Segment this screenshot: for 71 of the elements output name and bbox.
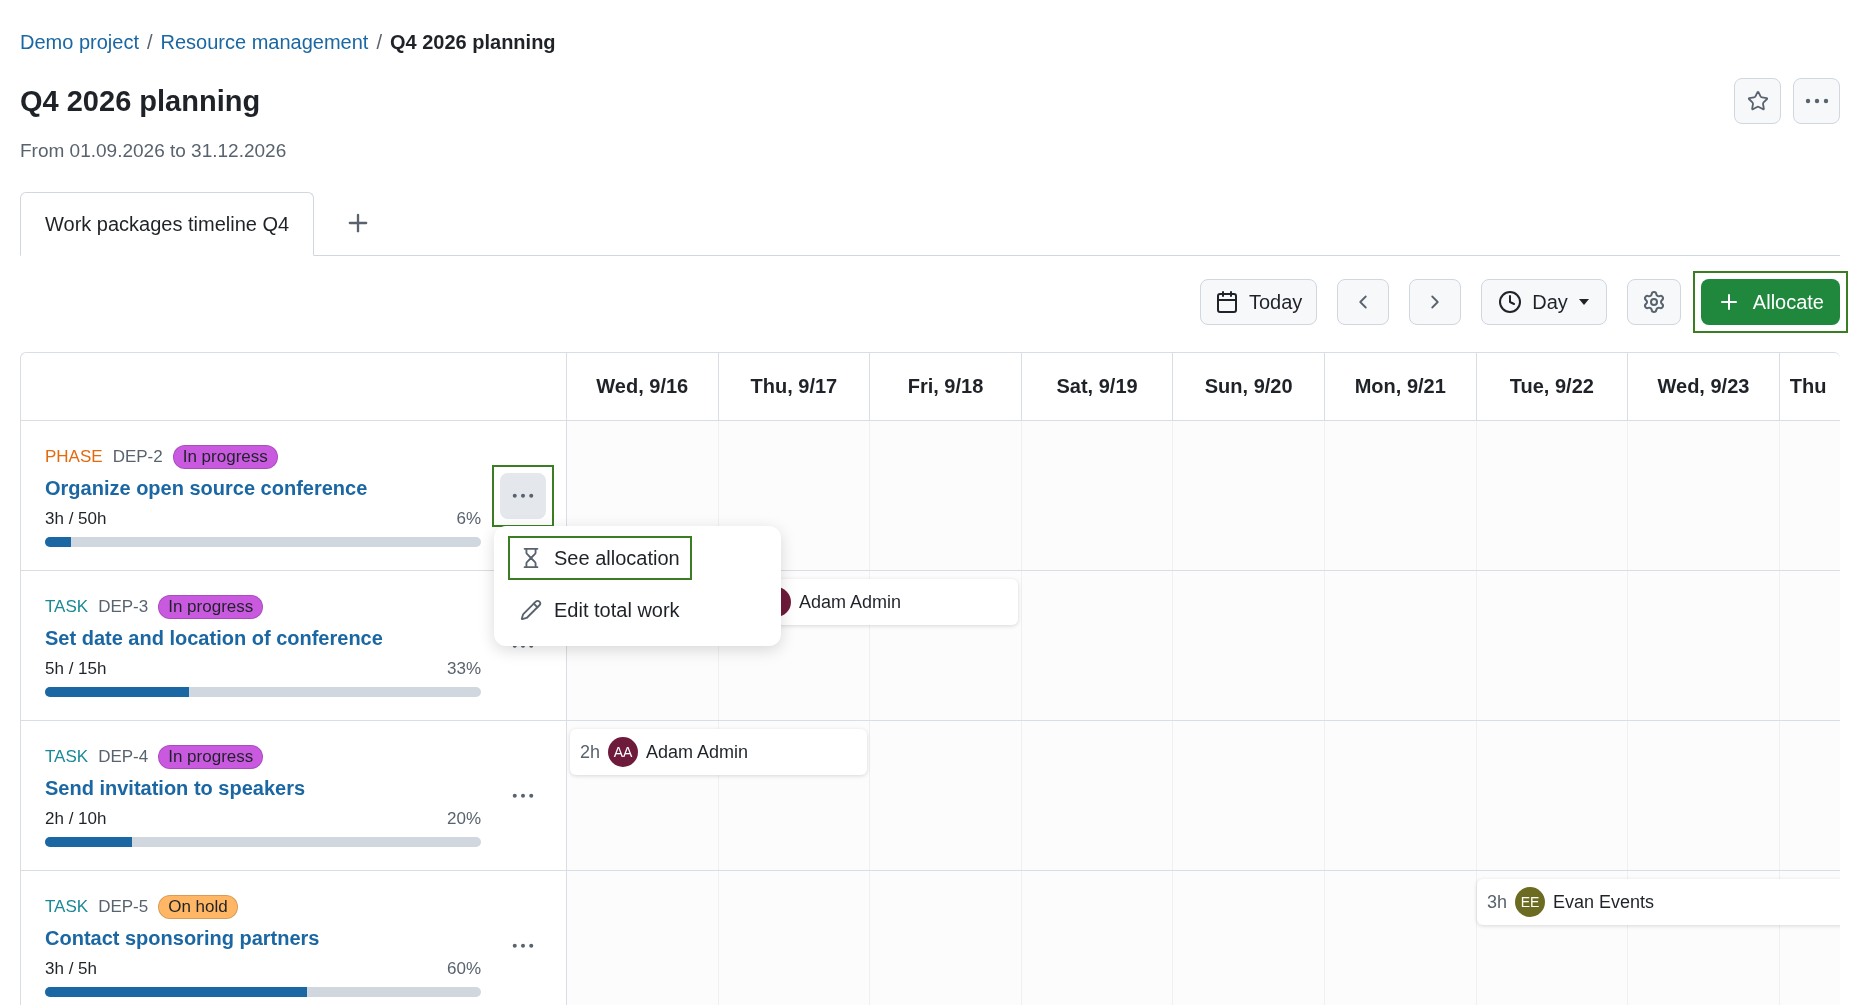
work-hours: 5h / 15h: [45, 658, 107, 679]
page-title: Q4 2026 planning: [20, 84, 261, 118]
day-header: Thu: [1789, 375, 1827, 398]
status-badge: In progress: [158, 744, 264, 769]
view-dropdown[interactable]: Day: [1481, 279, 1607, 325]
allocated-hours: 2h: [580, 741, 601, 763]
day-header: Tue, 9/22: [1509, 375, 1594, 398]
more-icon: [511, 792, 534, 799]
work-hours: 2h / 10h: [45, 808, 107, 829]
assignee-name: Adam Admin: [799, 591, 902, 613]
date-range: From 01.09.2026 to 31.12.2026: [20, 140, 288, 162]
percent-complete: 20%: [446, 808, 481, 829]
avatar: EE: [1515, 887, 1546, 917]
tab[interactable]: Work packages timeline Q4: [20, 192, 315, 256]
work-hours: 3h / 50h: [45, 508, 107, 529]
item-id: DEP-5: [98, 896, 149, 917]
pencil-icon: [520, 599, 542, 621]
breadcrumb-link[interactable]: Resource management: [160, 30, 369, 54]
breadcrumb-link[interactable]: Demo project: [20, 30, 139, 54]
status-badge: In progress: [172, 444, 278, 469]
day-header: Wed, 9/23: [1657, 375, 1750, 398]
work-package-link[interactable]: Organize open source conference: [45, 476, 481, 500]
percent-complete: 60%: [446, 958, 481, 979]
star-icon: [1746, 90, 1769, 112]
settings-button[interactable]: [1626, 279, 1681, 325]
day-header: Wed, 9/16: [596, 375, 689, 398]
day-header: Sun, 9/20: [1204, 375, 1293, 398]
menu-item[interactable]: Edit total work: [516, 592, 684, 628]
percent-complete: 6%: [456, 508, 481, 529]
today-button[interactable]: Today: [1199, 279, 1318, 325]
breadcrumb-separator: /: [146, 30, 153, 54]
breadcrumb-current: Q4 2026 planning: [389, 30, 556, 54]
item-id: DEP-3: [98, 596, 149, 617]
allocate-button[interactable]: Allocate: [1700, 279, 1840, 325]
work-hours: 3h / 5h: [45, 958, 97, 979]
item-id: DEP-4: [98, 746, 149, 767]
more-icon: [1804, 98, 1829, 104]
previous-button[interactable]: [1337, 279, 1390, 325]
percent-complete: 33%: [446, 658, 481, 679]
next-button[interactable]: [1409, 279, 1462, 325]
status-badge: On hold: [158, 894, 238, 919]
avatar: AA: [608, 737, 639, 767]
allocation-bar[interactable]: 2h AA Adam Admin: [570, 729, 867, 775]
type-label: TASK: [45, 746, 89, 767]
item-id: DEP-2: [112, 446, 163, 467]
assignee-name: Adam Admin: [646, 741, 749, 763]
day-header: Thu, 9/17: [750, 375, 838, 398]
more-icon: [511, 942, 534, 949]
status-badge: In progress: [158, 594, 264, 619]
day-header: Mon, 9/21: [1354, 375, 1446, 398]
clock-icon: [1498, 290, 1523, 314]
assignee-name: Evan Events: [1553, 891, 1655, 913]
type-label: PHASE: [45, 446, 103, 467]
day-header: Fri, 9/18: [907, 375, 984, 398]
menu-item[interactable]: See allocation: [516, 540, 684, 576]
type-label: TASK: [45, 896, 89, 917]
day-header: Sat, 9/19: [1056, 375, 1138, 398]
calendar-icon: [1214, 290, 1239, 314]
caret-icon: [1577, 298, 1590, 306]
more-icon: [511, 492, 534, 499]
allocated-hours: 3h: [1487, 891, 1508, 913]
allocation-bar[interactable]: 3h EE Evan Events: [1477, 879, 1840, 925]
more-button[interactable]: [1793, 78, 1840, 124]
favorite-button[interactable]: [1734, 78, 1781, 124]
work-package-link[interactable]: Contact sponsoring partners: [45, 926, 481, 950]
type-label: TASK: [45, 596, 89, 617]
work-package-link[interactable]: Set date and location of conference: [45, 626, 481, 650]
work-package-link[interactable]: Send invitation to speakers: [45, 776, 481, 800]
breadcrumb-separator: /: [376, 30, 382, 54]
settings-icon: [1641, 290, 1666, 314]
row-menu-button[interactable]: [499, 472, 546, 519]
